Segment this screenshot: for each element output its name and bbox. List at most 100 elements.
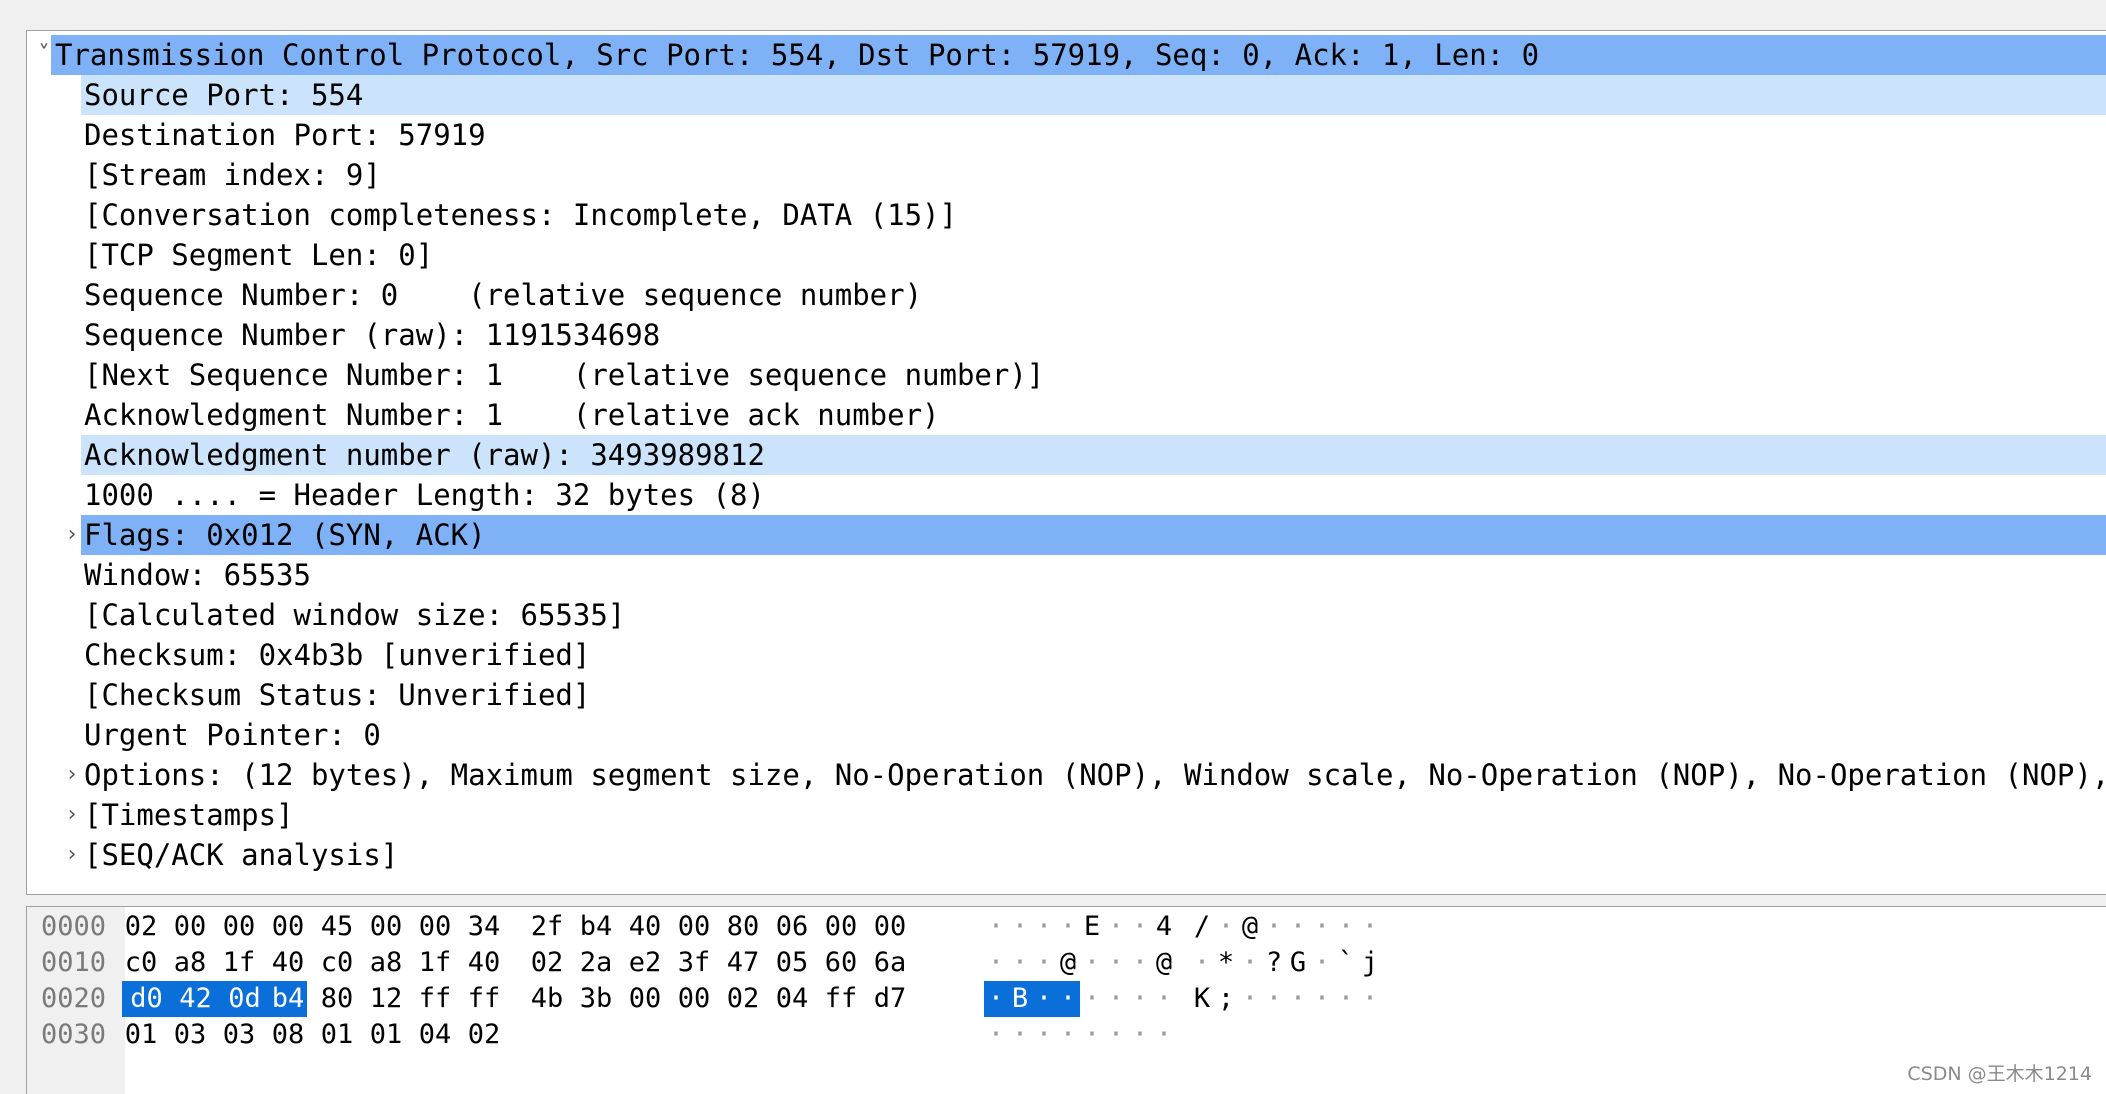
ascii-char[interactable]: 4 xyxy=(1152,909,1176,945)
tree-row[interactable]: [Checksum Status: Unverified] xyxy=(27,675,2106,715)
ascii-char[interactable]: · xyxy=(1056,1017,1080,1053)
ascii-char[interactable]: · xyxy=(1152,981,1176,1017)
hex-byte[interactable]: 05 xyxy=(773,945,811,981)
hex-byte[interactable]: 80 xyxy=(318,981,356,1017)
ascii-char[interactable]: · xyxy=(1008,909,1032,945)
hex-byte[interactable]: 03 xyxy=(220,1017,258,1053)
tree-row[interactable]: Source Port: 554 xyxy=(27,75,2106,115)
ascii-char[interactable]: · xyxy=(984,945,1008,981)
hex-byte[interactable]: 02 xyxy=(465,1017,503,1053)
hex-byte[interactable]: 6a xyxy=(871,945,909,981)
hex-byte[interactable]: 01 xyxy=(318,1017,356,1053)
ascii-char[interactable]: · xyxy=(1358,909,1382,945)
hex-byte[interactable]: c0 xyxy=(318,945,356,981)
tree-row[interactable]: Sequence Number: 0 (relative sequence nu… xyxy=(27,275,2106,315)
hex-byte[interactable]: 00 xyxy=(871,909,909,945)
chevron-right-icon[interactable]: › xyxy=(57,515,87,555)
hex-byte[interactable]: 06 xyxy=(773,909,811,945)
hex-byte[interactable]: 00 xyxy=(675,909,713,945)
tree-row[interactable]: [Calculated window size: 65535] xyxy=(27,595,2106,635)
ascii-char[interactable]: * xyxy=(1214,945,1238,981)
chevron-right-icon[interactable]: › xyxy=(57,795,87,835)
chevron-right-icon[interactable]: › xyxy=(57,755,87,795)
tree-row[interactable]: › [SEQ/ACK analysis] xyxy=(27,835,2106,875)
hex-byte[interactable]: 03 xyxy=(171,1017,209,1053)
ascii-char[interactable]: · xyxy=(1310,981,1334,1017)
tree-row[interactable]: [Next Sequence Number: 1 (relative seque… xyxy=(27,355,2106,395)
ascii-char[interactable]: · xyxy=(1032,909,1056,945)
ascii-char[interactable]: · xyxy=(1056,981,1080,1017)
packet-details-pane[interactable]: ˅ Transmission Control Protocol, Src Port… xyxy=(26,30,2106,895)
hex-byte[interactable]: 80 xyxy=(724,909,762,945)
ascii-char[interactable]: · xyxy=(1334,909,1358,945)
ascii-char[interactable]: · xyxy=(1286,909,1310,945)
ascii-char[interactable]: · xyxy=(1358,981,1382,1017)
tree-row[interactable]: Checksum: 0x4b3b [unverified] xyxy=(27,635,2106,675)
tree-row[interactable]: [TCP Segment Len: 0] xyxy=(27,235,2106,275)
ascii-char[interactable]: · xyxy=(1238,981,1262,1017)
ascii-char[interactable]: · xyxy=(1032,945,1056,981)
ascii-char[interactable]: · xyxy=(1190,945,1214,981)
tree-row[interactable]: › [Timestamps] xyxy=(27,795,2106,835)
ascii-char[interactable]: E xyxy=(1080,909,1104,945)
hex-byte[interactable]: 04 xyxy=(773,981,811,1017)
ascii-char[interactable]: · xyxy=(1128,945,1152,981)
ascii-char[interactable]: · xyxy=(1334,981,1358,1017)
hex-byte[interactable]: 0d xyxy=(220,981,269,1017)
ascii-char[interactable]: · xyxy=(1214,909,1238,945)
ascii-char[interactable]: · xyxy=(1286,981,1310,1017)
hex-byte[interactable]: 00 xyxy=(416,909,454,945)
ascii-char[interactable]: · xyxy=(1104,1017,1128,1053)
hex-byte[interactable]: 60 xyxy=(822,945,860,981)
ascii-char[interactable]: · xyxy=(1310,909,1334,945)
hex-byte[interactable]: 02 xyxy=(528,945,566,981)
hex-byte[interactable]: d0 xyxy=(122,981,171,1017)
hex-byte[interactable]: 34 xyxy=(465,909,503,945)
hex-byte[interactable]: 00 xyxy=(269,909,307,945)
hex-byte[interactable]: 40 xyxy=(626,909,664,945)
hex-byte[interactable]: 2a xyxy=(577,945,615,981)
ascii-char[interactable]: · xyxy=(1080,945,1104,981)
hex-byte[interactable]: 02 xyxy=(122,909,160,945)
ascii-char[interactable]: · xyxy=(1032,981,1056,1017)
ascii-char[interactable]: G xyxy=(1286,945,1310,981)
hex-byte[interactable]: ff xyxy=(822,981,860,1017)
hex-byte[interactable]: 45 xyxy=(318,909,356,945)
ascii-char[interactable]: / xyxy=(1190,909,1214,945)
hex-byte[interactable]: 3b xyxy=(577,981,615,1017)
hex-byte[interactable]: 1f xyxy=(220,945,258,981)
ascii-char[interactable]: · xyxy=(1080,981,1104,1017)
ascii-char[interactable]: · xyxy=(1310,945,1334,981)
tree-row[interactable]: Acknowledgment number (raw): 3493989812 xyxy=(27,435,2106,475)
ascii-char[interactable]: · xyxy=(984,1017,1008,1053)
hex-byte[interactable]: ff xyxy=(416,981,454,1017)
ascii-char[interactable]: · xyxy=(1008,945,1032,981)
ascii-char[interactable]: · xyxy=(1104,945,1128,981)
ascii-char[interactable]: · xyxy=(1152,1017,1176,1053)
ascii-char[interactable]: · xyxy=(1056,909,1080,945)
chevron-right-icon[interactable]: › xyxy=(57,835,87,875)
tree-row[interactable]: [Conversation completeness: Incomplete, … xyxy=(27,195,2106,235)
hex-byte[interactable]: 40 xyxy=(269,945,307,981)
hex-byte[interactable]: 12 xyxy=(367,981,405,1017)
packet-bytes-pane[interactable]: 0000 02 00 00 00 45 00 00 34 2f b4 40 00 80 06 00 00 · · · ·… xyxy=(26,906,2106,1094)
ascii-char[interactable]: · xyxy=(1262,981,1286,1017)
ascii-char[interactable]: · xyxy=(1128,981,1152,1017)
hex-byte[interactable]: 4b xyxy=(528,981,566,1017)
hex-byte[interactable]: 40 xyxy=(465,945,503,981)
hex-byte[interactable]: 42 xyxy=(171,981,220,1017)
hex-byte[interactable]: ff xyxy=(465,981,503,1017)
hex-byte[interactable]: 01 xyxy=(122,1017,160,1053)
tree-row[interactable]: › Flags: 0x012 (SYN, ACK) xyxy=(27,515,2106,555)
ascii-char[interactable]: · xyxy=(1128,1017,1152,1053)
hex-byte[interactable]: 00 xyxy=(675,981,713,1017)
ascii-char[interactable]: ; xyxy=(1214,981,1238,1017)
hex-byte[interactable]: b4 xyxy=(269,981,307,1017)
hex-byte[interactable]: 01 xyxy=(367,1017,405,1053)
tree-row[interactable]: Window: 65535 xyxy=(27,555,2106,595)
hex-byte[interactable]: a8 xyxy=(171,945,209,981)
ascii-char[interactable]: @ xyxy=(1238,909,1262,945)
ascii-char[interactable]: @ xyxy=(1152,945,1176,981)
ascii-char[interactable]: · xyxy=(1008,1017,1032,1053)
ascii-char[interactable]: · xyxy=(1238,945,1262,981)
